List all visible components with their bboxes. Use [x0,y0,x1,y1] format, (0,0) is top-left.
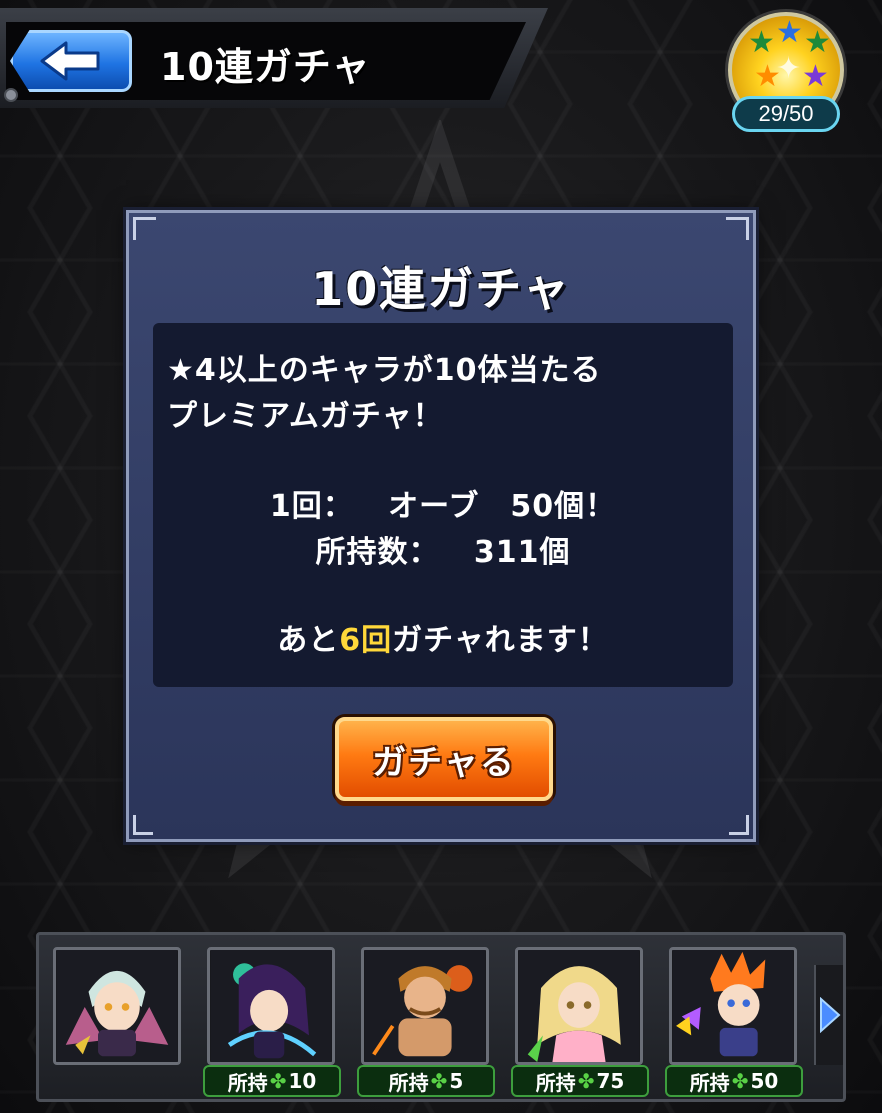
owned-count-value: 75 [596,1069,625,1093]
remaining-suffix: ガチャれます！ [392,623,609,658]
owned-label: 所持数： [315,535,440,570]
header-rivet [4,88,18,102]
character-card[interactable]: 所持 ✤ 50 [665,947,803,1097]
panel-corner [729,815,749,835]
character-portrait-white-haired [53,947,181,1065]
clover-icon: ✤ [269,1069,287,1093]
owned-count-value: 10 [288,1069,317,1093]
character-card[interactable] [49,947,187,1097]
owned-count-badge: 所持 ✤ 75 [511,1065,649,1097]
character-icon [364,950,486,1062]
cost-label: 1回： [269,489,354,524]
clover-icon: ✤ [731,1069,749,1093]
back-button[interactable] [10,30,132,92]
clover-icon: ✤ [430,1069,448,1093]
character-card[interactable]: 所持 ✤ 10 [203,947,341,1097]
description-line-2: プレミアムガチャ！ [167,399,444,434]
character-tray: 所持 ✤ 10 所持 ✤ 5 所持 ✤ 75 所持 ✤ 50 [36,932,846,1102]
gacha-button[interactable]: ガチャる [335,717,553,801]
owned-row: 所持数： 311個 [153,527,733,571]
character-icon [210,950,332,1062]
tray-scroll-right-button[interactable] [814,965,843,1065]
character-icon [56,950,178,1062]
owned-count-value: 50 [750,1069,779,1093]
star-icon: ★ [802,59,829,94]
owned-count-value: 5 [449,1069,464,1093]
character-icon [672,950,794,1062]
star-icon: ★ [748,25,775,60]
gacha-panel: 10連ガチャ ★4以上のキャラが10体当たる プレミアムガチャ！ 1回： オーブ… [126,210,756,842]
remaining-prefix: あと [277,623,340,658]
character-portrait-blonde [515,947,643,1065]
character-icon [518,950,640,1062]
owned-count-label: 所持 [535,1070,576,1095]
panel-title: 10連ガチャ [311,262,571,316]
cost-row: 1回： オーブ 50個！ [153,481,733,525]
back-arrow-icon [40,41,100,81]
star-icon: ✦ [776,51,802,86]
owned-count-badge: 所持 ✤ 50 [665,1065,803,1097]
description-line-1: ★4以上のキャラが10体当たる [167,353,602,388]
panel-corner [133,815,153,835]
character-portrait-muscular [361,947,489,1065]
star-icon: ★ [804,25,831,60]
remaining-row: あと6回ガチャれます！ [153,615,733,659]
medal-count-badge: 29/50 [732,96,840,132]
owned-count-badge: 所持 ✤ 10 [203,1065,341,1097]
page-title: 10連ガチャ [160,45,371,89]
character-portrait-orange-haired [669,947,797,1065]
gacha-info-box: ★4以上のキャラが10体当たる プレミアムガチャ！ 1回： オーブ 50個！ 所… [153,323,733,687]
owned-count-label: 所持 [227,1070,268,1095]
owned-value: 311個 [473,535,571,570]
chevron-right-icon [820,997,841,1033]
character-card[interactable]: 所持 ✤ 5 [357,947,495,1097]
owned-count-label: 所持 [689,1070,730,1095]
clover-icon: ✤ [577,1069,595,1093]
cost-value: オーブ 50個！ [388,489,617,524]
character-portrait-dark-haired [207,947,335,1065]
character-card[interactable]: 所持 ✤ 75 [511,947,649,1097]
owned-count-label: 所持 [388,1070,429,1095]
remaining-count: 6回 [339,623,393,658]
star-icon: ★ [776,15,803,50]
gacha-button-label: ガチャる [372,742,516,783]
owned-count-badge: 所持 ✤ 5 [357,1065,495,1097]
